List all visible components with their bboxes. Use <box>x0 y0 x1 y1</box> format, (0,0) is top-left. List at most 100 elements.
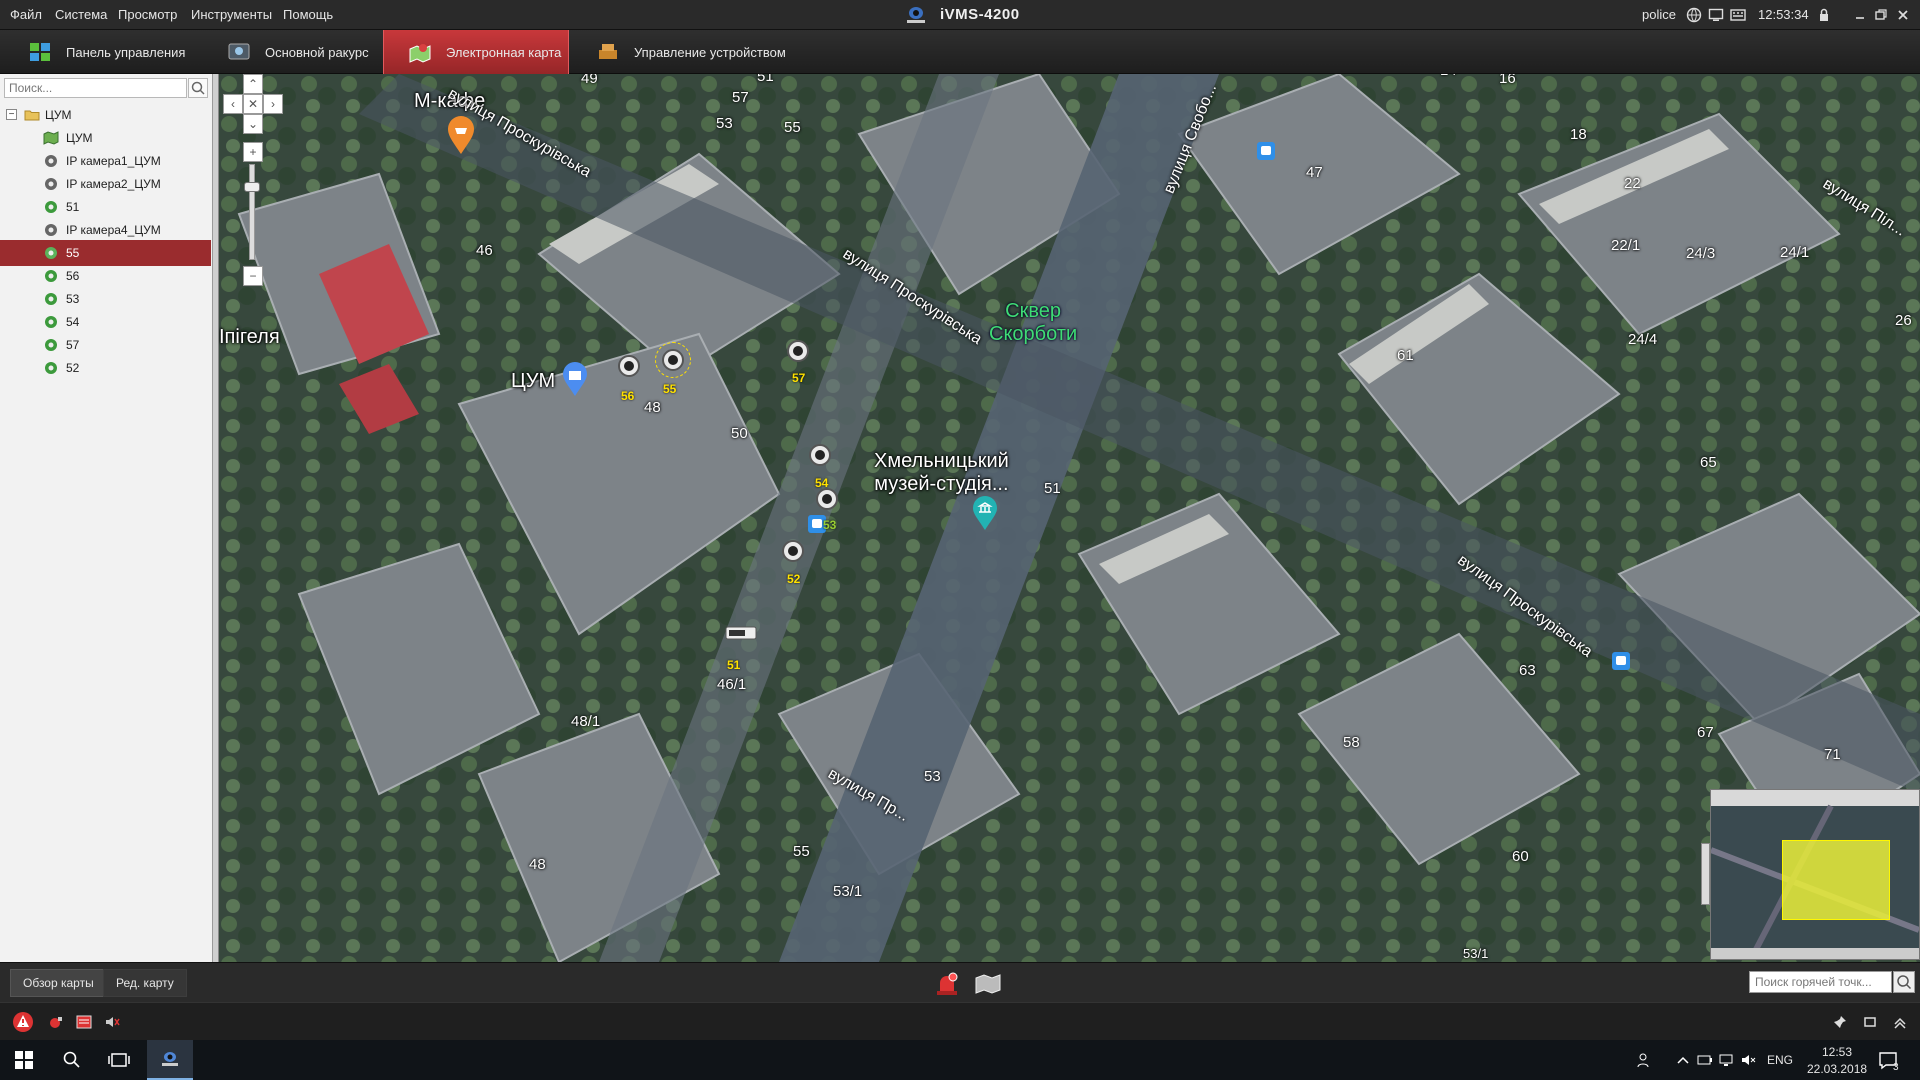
tab-device-management[interactable]: Управление устройством <box>572 30 787 74</box>
pan-up-button[interactable]: ⌃ <box>243 74 263 94</box>
pan-left-button[interactable]: ‹ <box>223 94 243 114</box>
zoom-in-button[interactable]: + <box>243 142 263 162</box>
tree-item-label: 55 <box>66 246 80 260</box>
emap-canvas[interactable]: ⌃ ‹ ✕ › ⌄ + − М-кафе ЦУМ Сквер Скорботи … <box>219 74 1920 962</box>
menu-view[interactable]: Просмотр <box>118 7 177 22</box>
app-title: iVMS-4200 <box>940 6 1020 23</box>
hotspot-search-button[interactable] <box>1893 971 1915 993</box>
camera-marker-label: 55 <box>663 382 677 396</box>
bus-stop-icon[interactable] <box>1612 652 1630 670</box>
pin-icon[interactable] <box>1832 1014 1848 1030</box>
menu-file[interactable]: Файл <box>10 7 42 22</box>
taskbar-app-ivms[interactable] <box>147 1040 193 1080</box>
main-view-icon <box>228 43 250 60</box>
zoom-out-button[interactable]: − <box>243 266 263 286</box>
menu-tools[interactable]: Инструменты <box>191 7 272 22</box>
menu-system[interactable]: Система <box>55 7 107 22</box>
restore-icon[interactable] <box>1873 7 1889 23</box>
close-icon[interactable] <box>1895 7 1911 23</box>
house-number: 63 <box>1519 662 1536 679</box>
tree-item-label: 53 <box>66 292 80 306</box>
tree-item-label: ЦУМ <box>66 131 93 145</box>
house-number: 55 <box>784 119 801 136</box>
volume-muted-icon[interactable] <box>1740 1052 1756 1068</box>
tree-item-label: 57 <box>66 338 80 352</box>
tree-item-camera[interactable]: 52 <box>0 355 211 381</box>
place-label-museum: Хмельницький музей-студія... <box>874 450 1009 495</box>
camera-marker-label: 53 <box>823 518 837 532</box>
house-number: 22/1 <box>1611 237 1641 254</box>
camera-bullet-marker[interactable] <box>725 624 759 642</box>
camera-icon <box>45 178 57 190</box>
taskbar-time[interactable]: 12:53 <box>1822 1045 1852 1059</box>
camera-marker[interactable] <box>787 340 809 362</box>
camera-marker[interactable] <box>816 488 838 510</box>
house-number: 48 <box>644 399 661 416</box>
lock-icon[interactable] <box>1816 7 1832 23</box>
search-input[interactable]: Поиск... <box>4 78 187 98</box>
camera-online-icon <box>45 316 57 328</box>
sound-icon[interactable] <box>104 1014 120 1030</box>
search-icon <box>191 81 205 95</box>
map-overview-button[interactable]: Обзор карты <box>10 969 107 997</box>
house-number: 53/1 <box>833 883 863 900</box>
zoom-slider-handle[interactable] <box>244 182 260 192</box>
museum-pin-icon[interactable] <box>971 496 999 532</box>
shopping-pin-icon[interactable] <box>561 362 589 398</box>
tree-item-label: 52 <box>66 361 80 375</box>
house-number: 55 <box>793 843 810 860</box>
tab-main-view[interactable]: Основной ракурс <box>203 30 383 74</box>
network-icon[interactable] <box>1718 1052 1734 1068</box>
house-number: 46 <box>476 242 493 259</box>
warning-icon[interactable] <box>12 1011 34 1033</box>
camera-marker[interactable] <box>618 355 640 377</box>
folder-icon <box>24 110 40 121</box>
edit-map-button[interactable]: Ред. карту <box>103 969 187 997</box>
pan-down-button[interactable]: ⌄ <box>243 114 263 134</box>
pan-right-button[interactable]: › <box>263 94 283 114</box>
tab-control-panel[interactable]: Панель управления <box>4 30 204 74</box>
chevron-up-icon[interactable] <box>1676 1054 1690 1066</box>
camera-marker[interactable] <box>782 540 804 562</box>
restaurant-pin-icon[interactable] <box>445 116 477 156</box>
house-number: 57 <box>732 89 749 106</box>
alarm-icon[interactable] <box>934 971 960 997</box>
windows-start-icon[interactable] <box>14 1050 34 1070</box>
search-icon[interactable] <box>62 1050 82 1070</box>
keyboard-icon[interactable] <box>1730 7 1746 23</box>
minimize-icon[interactable] <box>1852 7 1868 23</box>
house-number: 26 <box>1895 312 1912 329</box>
tab-emap[interactable]: Электронная карта <box>383 30 569 74</box>
menu-help[interactable]: Помощь <box>283 7 333 22</box>
bus-stop-icon[interactable] <box>1257 142 1275 160</box>
battery-icon[interactable] <box>1697 1053 1713 1067</box>
minimap[interactable] <box>1709 789 1920 961</box>
task-view-icon[interactable] <box>108 1050 130 1070</box>
pan-center-button[interactable]: ✕ <box>243 94 263 114</box>
people-icon[interactable] <box>1637 1052 1653 1068</box>
house-number: 24/1 <box>1780 244 1810 261</box>
house-number: 18 <box>1570 126 1587 143</box>
event-icon[interactable] <box>76 1014 92 1030</box>
house-number: 51 <box>757 74 774 85</box>
alarm-output-icon[interactable] <box>48 1014 64 1030</box>
input-language[interactable]: ENG <box>1767 1053 1793 1067</box>
window-icon[interactable] <box>1862 1014 1878 1030</box>
search-button[interactable] <box>188 78 208 98</box>
camera-marker-selected[interactable] <box>655 342 691 378</box>
camera-online-icon <box>45 293 57 305</box>
app-window: Файл Система Просмотр Инструменты Помощь… <box>0 0 1920 1080</box>
camera-marker-label: 51 <box>727 658 741 672</box>
hotspot-search-input[interactable]: Поиск горячей точк... <box>1749 971 1892 993</box>
minimap-viewport[interactable] <box>1782 840 1890 920</box>
map-icon[interactable] <box>974 971 1002 997</box>
camera-marker[interactable] <box>809 444 831 466</box>
expand-up-icon[interactable] <box>1892 1014 1908 1030</box>
minimap-toggle[interactable] <box>1701 843 1710 905</box>
tree-item-label: IP камера4_ЦУМ <box>66 223 161 237</box>
collapse-icon[interactable]: − <box>6 109 17 120</box>
zoom-slider-track[interactable] <box>249 164 255 260</box>
globe-icon[interactable] <box>1686 7 1702 23</box>
taskbar-date[interactable]: 22.03.2018 <box>1807 1062 1867 1076</box>
monitor-icon[interactable] <box>1708 7 1724 23</box>
